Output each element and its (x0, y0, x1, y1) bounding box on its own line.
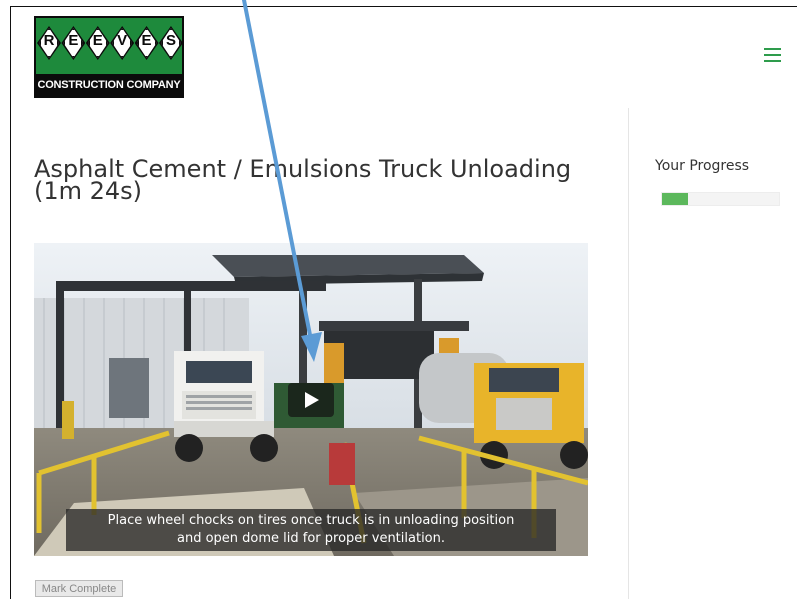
logo-letter: R (43, 32, 55, 49)
logo-letters: R E E V E S (37, 23, 183, 75)
play-button[interactable] (288, 383, 334, 417)
logo-letter: S (165, 32, 176, 49)
logo-letter: V (117, 32, 128, 49)
logo-letter: E (141, 32, 152, 49)
hamburger-menu-icon[interactable] (764, 48, 781, 62)
logo-diamond: E (134, 23, 159, 63)
play-icon (305, 392, 319, 408)
logo-diamond: S (158, 23, 183, 63)
progress-label: Your Progress (655, 158, 750, 174)
logo-caption: CONSTRUCTION COMPANY (36, 74, 182, 96)
mark-complete-button[interactable]: Mark Complete (35, 580, 123, 597)
page-title: Asphalt Cement / Emulsions Truck Unloadi… (34, 155, 572, 205)
progress-bar (661, 192, 780, 206)
subtitle-line-1: Place wheel chocks on tires once truck i… (107, 513, 515, 528)
logo-diamond: V (110, 23, 135, 63)
video-subtitle: Place wheel chocks on tires once truck i… (66, 509, 556, 551)
subtitle-line-2: and open dome lid for proper ventilation… (176, 531, 446, 546)
sidebar-divider (628, 108, 629, 599)
company-logo[interactable]: R E E V E S CONSTRUCTION COMPANY (34, 16, 184, 98)
logo-letter: E (92, 32, 103, 49)
logo-letter: E (68, 32, 79, 49)
progress-bar-fill (662, 193, 688, 205)
logo-diamond: E (85, 23, 110, 63)
logo-diamond: E (61, 23, 86, 63)
logo-diamond: R (37, 23, 61, 63)
